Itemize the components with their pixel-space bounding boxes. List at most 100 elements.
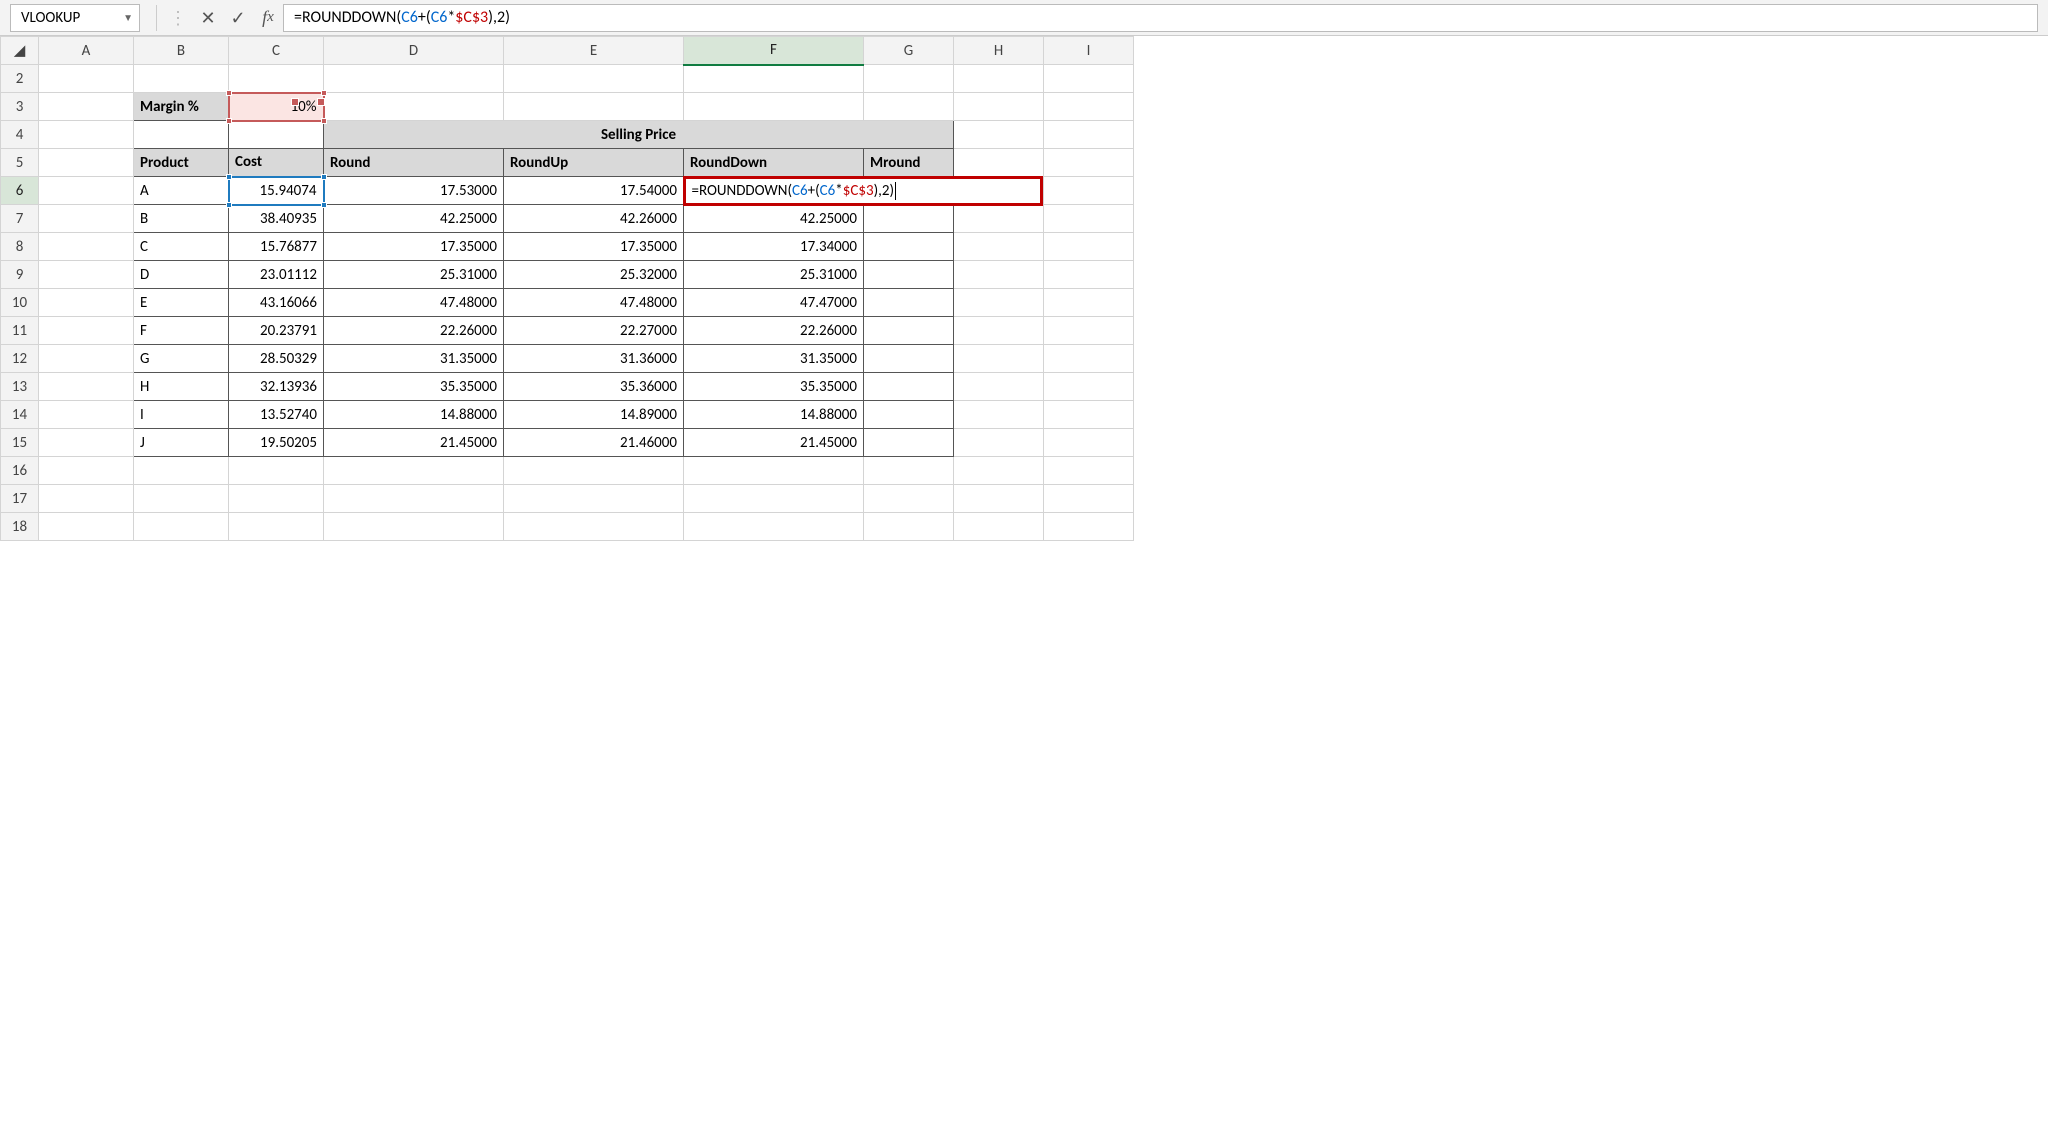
- row-header-13[interactable]: 13: [1, 373, 39, 401]
- col-header-F[interactable]: F: [684, 37, 864, 65]
- cell-B12[interactable]: G: [134, 345, 229, 373]
- cell-I2[interactable]: [1044, 65, 1134, 93]
- cell-C12[interactable]: 28.50329: [229, 345, 324, 373]
- cell-G8[interactable]: [864, 233, 954, 261]
- cell-H17[interactable]: [954, 485, 1044, 513]
- col-header-E[interactable]: E: [504, 37, 684, 65]
- cell-C10[interactable]: 43.16066: [229, 289, 324, 317]
- cell-F13[interactable]: 35.35000: [684, 373, 864, 401]
- cell-F16[interactable]: [684, 457, 864, 485]
- cell-C3-margin-value[interactable]: 10%: [229, 93, 324, 121]
- cell-F17[interactable]: [684, 485, 864, 513]
- enter-icon[interactable]: ✓: [223, 4, 253, 32]
- cell-F18[interactable]: [684, 513, 864, 541]
- cell-I10[interactable]: [1044, 289, 1134, 317]
- col-header-H[interactable]: H: [954, 37, 1044, 65]
- cell-D7[interactable]: 42.25000: [324, 205, 504, 233]
- cell-D17[interactable]: [324, 485, 504, 513]
- cell-F3[interactable]: [684, 93, 864, 121]
- cell-B5-product-hdr[interactable]: Product: [134, 149, 229, 177]
- cell-G17[interactable]: [864, 485, 954, 513]
- cell-B9[interactable]: D: [134, 261, 229, 289]
- cell-F6-formula-editor[interactable]: =ROUNDDOWN(C6+(C6*$C$3),2): [683, 176, 1043, 206]
- cell-D10[interactable]: 47.48000: [324, 289, 504, 317]
- row-header-6[interactable]: 6: [1, 177, 39, 205]
- cell-G16[interactable]: [864, 457, 954, 485]
- cell-G7[interactable]: [864, 205, 954, 233]
- cell-I13[interactable]: [1044, 373, 1134, 401]
- cell-H4[interactable]: [954, 121, 1044, 149]
- cell-G14[interactable]: [864, 401, 954, 429]
- cell-H18[interactable]: [954, 513, 1044, 541]
- cell-A17[interactable]: [39, 485, 134, 513]
- cell-B16[interactable]: [134, 457, 229, 485]
- cell-I9[interactable]: [1044, 261, 1134, 289]
- cell-A16[interactable]: [39, 457, 134, 485]
- cell-F10[interactable]: 47.47000: [684, 289, 864, 317]
- cell-F5-rounddown-hdr[interactable]: RoundDown: [684, 149, 864, 177]
- cell-I3[interactable]: [1044, 93, 1134, 121]
- cell-F12[interactable]: 31.35000: [684, 345, 864, 373]
- cell-I16[interactable]: [1044, 457, 1134, 485]
- row-header-8[interactable]: 8: [1, 233, 39, 261]
- cell-H12[interactable]: [954, 345, 1044, 373]
- cell-I18[interactable]: [1044, 513, 1134, 541]
- cell-B7[interactable]: B: [134, 205, 229, 233]
- cell-H10[interactable]: [954, 289, 1044, 317]
- cell-D3[interactable]: [324, 93, 504, 121]
- cell-C15[interactable]: 19.50205: [229, 429, 324, 457]
- cell-H5[interactable]: [954, 149, 1044, 177]
- cell-A15[interactable]: [39, 429, 134, 457]
- cell-E2[interactable]: [504, 65, 684, 93]
- cell-F11[interactable]: 22.26000: [684, 317, 864, 345]
- cell-B13[interactable]: H: [134, 373, 229, 401]
- cell-E10[interactable]: 47.48000: [504, 289, 684, 317]
- cell-I14[interactable]: [1044, 401, 1134, 429]
- row-header-12[interactable]: 12: [1, 345, 39, 373]
- cell-F14[interactable]: 14.88000: [684, 401, 864, 429]
- cell-C17[interactable]: [229, 485, 324, 513]
- cell-E6[interactable]: 17.54000: [504, 177, 684, 205]
- cell-B8[interactable]: C: [134, 233, 229, 261]
- cell-D8[interactable]: 17.35000: [324, 233, 504, 261]
- cell-E14[interactable]: 14.89000: [504, 401, 684, 429]
- cell-H8[interactable]: [954, 233, 1044, 261]
- row-header-17[interactable]: 17: [1, 485, 39, 513]
- cell-A11[interactable]: [39, 317, 134, 345]
- cell-C11[interactable]: 20.23791: [229, 317, 324, 345]
- cell-D11[interactable]: 22.26000: [324, 317, 504, 345]
- cell-G11[interactable]: [864, 317, 954, 345]
- cell-I15[interactable]: [1044, 429, 1134, 457]
- cell-H15[interactable]: [954, 429, 1044, 457]
- cell-A6[interactable]: [39, 177, 134, 205]
- cell-E5-roundup-hdr[interactable]: RoundUp: [504, 149, 684, 177]
- cell-I4[interactable]: [1044, 121, 1134, 149]
- cell-B6[interactable]: A: [134, 177, 229, 205]
- cell-C14[interactable]: 13.52740: [229, 401, 324, 429]
- cell-D14[interactable]: 14.88000: [324, 401, 504, 429]
- cell-D13[interactable]: 35.35000: [324, 373, 504, 401]
- cell-I5[interactable]: [1044, 149, 1134, 177]
- cell-E16[interactable]: [504, 457, 684, 485]
- cell-E12[interactable]: 31.36000: [504, 345, 684, 373]
- cell-F8[interactable]: 17.34000: [684, 233, 864, 261]
- cell-E8[interactable]: 17.35000: [504, 233, 684, 261]
- cell-A14[interactable]: [39, 401, 134, 429]
- cell-G12[interactable]: [864, 345, 954, 373]
- cell-H9[interactable]: [954, 261, 1044, 289]
- cell-F15[interactable]: 21.45000: [684, 429, 864, 457]
- cell-I17[interactable]: [1044, 485, 1134, 513]
- cell-E15[interactable]: 21.46000: [504, 429, 684, 457]
- col-header-A[interactable]: A: [39, 37, 134, 65]
- row-header-3[interactable]: 3: [1, 93, 39, 121]
- cell-A3[interactable]: [39, 93, 134, 121]
- cell-C16[interactable]: [229, 457, 324, 485]
- cell-D16[interactable]: [324, 457, 504, 485]
- chevron-down-icon[interactable]: ▼: [123, 11, 133, 24]
- row-header-14[interactable]: 14: [1, 401, 39, 429]
- cell-C6[interactable]: 15.94074: [229, 177, 324, 205]
- cell-C2[interactable]: [229, 65, 324, 93]
- cell-C9[interactable]: 23.01112: [229, 261, 324, 289]
- cell-E7[interactable]: 42.26000: [504, 205, 684, 233]
- cell-B14[interactable]: I: [134, 401, 229, 429]
